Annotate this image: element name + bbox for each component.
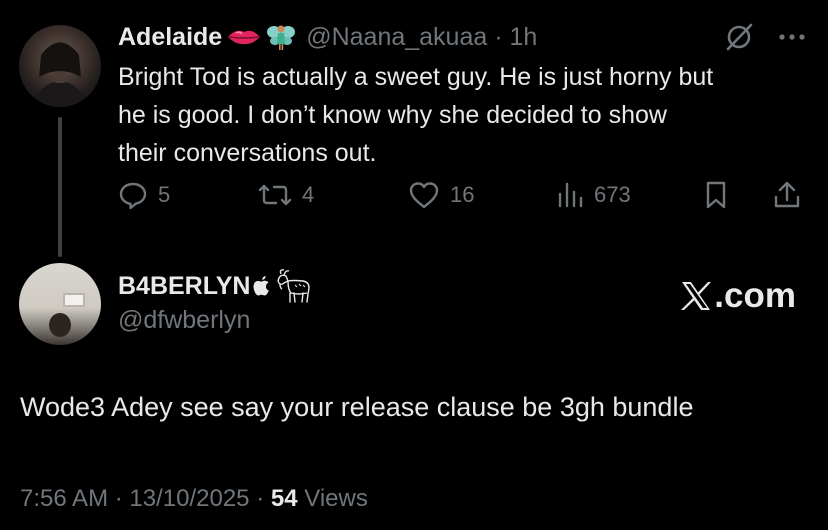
reply-author-handle[interactable]: @dfwberlyn	[118, 306, 250, 335]
tweet-actions: 5 4 16 673	[118, 175, 808, 215]
reply-time[interactable]: 7:56 AM	[20, 485, 108, 512]
repost-count: 4	[302, 182, 315, 207]
reply-button[interactable]: 5	[118, 175, 170, 215]
views-count: 673	[594, 182, 631, 207]
reply-footer: 7:56 AM · 13/10/2025 · 54 Views	[20, 485, 368, 513]
reply-author-avatar[interactable]	[19, 263, 101, 345]
goat-emoji-icon	[275, 268, 313, 304]
reply-count: 5	[158, 182, 171, 207]
tweet-text: Bright Tod is actually a sweet guy. He i…	[118, 58, 818, 172]
tweet-text-line: their conversations out.	[118, 139, 377, 167]
reply-views-label: Views	[304, 485, 368, 512]
repost-icon	[258, 184, 292, 206]
tweet-header: Adelaide @Naana_akuaa · 1h	[118, 20, 537, 54]
more-icon[interactable]	[778, 33, 806, 41]
reply-icon	[119, 182, 147, 210]
like-count: 16	[450, 182, 475, 207]
footer-separator: ·	[114, 485, 123, 512]
tweet-time: 1h	[509, 22, 538, 51]
views-button[interactable]: 673	[556, 175, 631, 215]
author-avatar[interactable]	[19, 25, 101, 107]
lips-emoji-icon	[226, 27, 262, 47]
reply-text: Wode3 Adey see say your release clause b…	[20, 392, 694, 422]
share-button[interactable]	[772, 175, 802, 215]
like-button[interactable]: 16	[408, 175, 474, 215]
reply-header: B4BERLYN	[118, 268, 313, 304]
tweet-text-line: Bright Tod is actually a sweet guy. He i…	[118, 63, 714, 91]
footer-separator: ·	[256, 485, 265, 512]
tweet-text-line: he is good. I don’t know why she decided…	[118, 101, 667, 129]
reply-views-count: 54	[270, 485, 298, 512]
tweet-top-actions	[724, 22, 806, 52]
reply-author-name[interactable]: B4BERLYN	[118, 272, 250, 301]
apple-icon	[252, 275, 272, 297]
x-watermark: .com	[680, 276, 796, 316]
author-handle[interactable]: @Naana_akuaa · 1h	[306, 23, 537, 52]
share-icon	[774, 181, 800, 208]
reply-date[interactable]: 13/10/2025	[129, 485, 249, 512]
repost-button[interactable]: 4	[258, 175, 314, 215]
bookmark-icon	[706, 181, 726, 209]
author-name[interactable]: Adelaide	[118, 23, 222, 52]
bookmark-button[interactable]	[704, 175, 728, 215]
thread-line	[58, 117, 62, 257]
x-watermark-text: .com	[714, 276, 796, 315]
analytics-icon	[558, 182, 583, 208]
x-logo-icon	[681, 282, 712, 310]
grok-icon[interactable]	[724, 22, 754, 52]
heart-icon	[409, 182, 439, 209]
fairy-emoji-icon	[266, 22, 296, 52]
